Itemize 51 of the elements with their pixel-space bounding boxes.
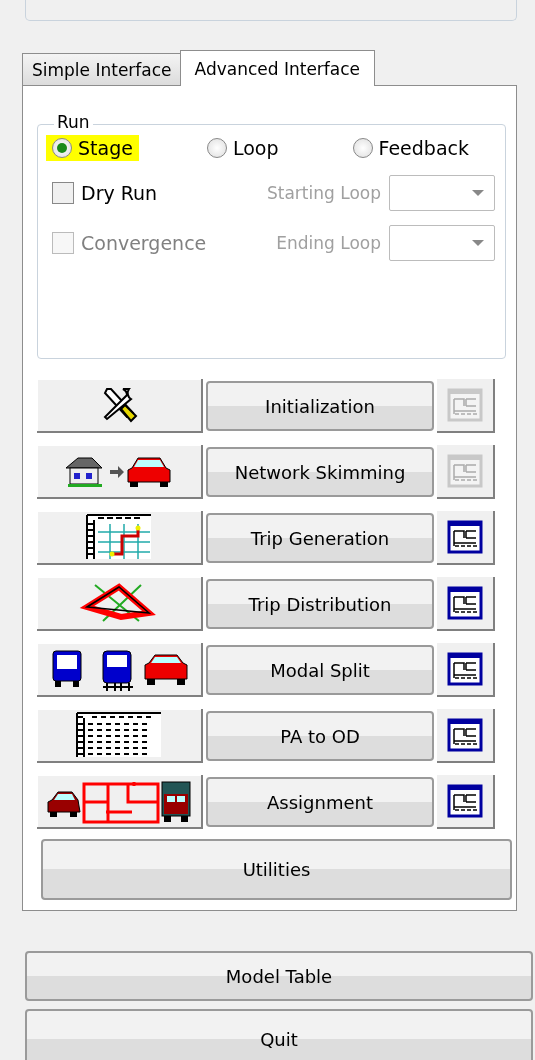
utilities-button[interactable]: Utilities xyxy=(41,839,512,900)
radio-option[interactable]: Feedback xyxy=(346,135,475,161)
table-icon xyxy=(76,712,162,758)
radio-button[interactable] xyxy=(352,138,373,158)
vehicles-icon xyxy=(49,647,189,691)
window-icon xyxy=(447,454,483,488)
step-button[interactable]: Assignment xyxy=(206,777,434,827)
step-button[interactable]: Initialization xyxy=(206,381,434,431)
checkbox-label: Dry Run xyxy=(81,182,159,204)
step-button[interactable]: PA to OD xyxy=(206,711,434,761)
icon-button[interactable] xyxy=(37,379,203,433)
window-button[interactable] xyxy=(437,511,495,565)
window-icon xyxy=(447,784,483,818)
grid-chart-icon xyxy=(86,514,152,560)
step-button[interactable]: Trip Generation xyxy=(206,513,434,563)
window-icon xyxy=(447,718,483,752)
field-label: Ending Loop xyxy=(275,233,381,253)
icon-button[interactable] xyxy=(37,643,203,697)
icon-button[interactable] xyxy=(37,511,203,565)
caret-icon xyxy=(472,240,484,246)
window-icon xyxy=(447,520,483,554)
window-icon xyxy=(447,388,483,422)
checkbox[interactable] xyxy=(52,182,74,204)
icon-button[interactable] xyxy=(37,709,203,763)
radio-button[interactable] xyxy=(206,138,227,158)
radio-button[interactable] xyxy=(52,138,72,158)
step-button[interactable]: Modal Split xyxy=(206,645,434,695)
checkbox-label: Convergence xyxy=(81,232,208,254)
icon-button[interactable] xyxy=(37,577,203,631)
radio-option[interactable]: Loop xyxy=(200,135,285,161)
window-button[interactable] xyxy=(437,577,495,631)
caret-icon xyxy=(472,190,484,196)
window-icon xyxy=(447,652,483,686)
house-car-icon xyxy=(64,454,174,488)
dropdown-field[interactable] xyxy=(389,175,495,211)
step-button[interactable]: Trip Distribution xyxy=(206,579,434,629)
step-button[interactable]: Network Skimming xyxy=(206,447,434,497)
radio-option[interactable]: Stage xyxy=(46,135,139,161)
action-button[interactable]: Quit xyxy=(25,1009,533,1060)
window-icon xyxy=(447,586,483,620)
window-button[interactable] xyxy=(437,709,495,763)
tab[interactable]: Advanced Interface xyxy=(179,50,376,86)
field-label: Starting Loop xyxy=(266,183,381,203)
car-network-truck-icon xyxy=(46,778,192,824)
icon-button[interactable] xyxy=(37,775,203,829)
icon-button[interactable] xyxy=(37,445,203,499)
tab[interactable]: Simple Interface xyxy=(22,53,181,85)
dropdown-field[interactable] xyxy=(389,225,495,261)
window-button[interactable] xyxy=(437,775,495,829)
window-button[interactable] xyxy=(437,643,495,697)
action-button[interactable]: Model Table xyxy=(25,951,533,1001)
